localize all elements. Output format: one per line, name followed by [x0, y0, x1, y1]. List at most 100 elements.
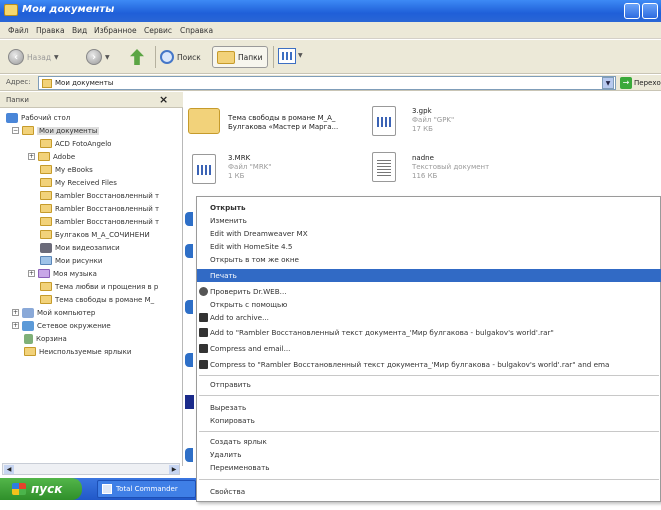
folder-icon	[40, 217, 52, 226]
folder-icon	[42, 78, 52, 88]
document-icon	[372, 106, 396, 136]
folders-button[interactable]: Папки	[212, 46, 268, 68]
tree-item-folder[interactable]: Rambler Восстановленный т	[40, 190, 180, 201]
address-value: Мои документы	[55, 79, 114, 87]
tree-item-folder[interactable]: My eBooks	[40, 164, 93, 175]
context-menu-item-copy[interactable]: Копировать	[197, 414, 661, 427]
tree-item-folder[interactable]: Тема свободы в романе М_	[40, 294, 180, 305]
tree-item-desktop[interactable]: Рабочий стол	[6, 112, 70, 123]
scroll-left-icon[interactable]: ◀	[4, 465, 14, 474]
up-folder-button[interactable]	[130, 47, 144, 67]
file-size: 17 КБ	[412, 125, 433, 133]
expand-icon[interactable]: +	[28, 270, 35, 277]
expand-icon[interactable]: +	[28, 153, 35, 160]
tree-item-folder[interactable]: ACD FotoAngelo	[40, 138, 111, 149]
back-button[interactable]: ‹ Назад ▼	[8, 47, 59, 67]
tree-item-pictures[interactable]: Мои рисунки	[40, 255, 102, 266]
tree-item-label: Булгаков М_А_СОЧИНЕНИ	[55, 230, 150, 239]
views-button[interactable]	[278, 48, 296, 64]
tree-item-recycle-bin[interactable]: Корзина	[24, 333, 67, 344]
context-menu-item-drweb[interactable]: Проверить Dr.WEB...	[197, 285, 661, 298]
context-menu-item-rename[interactable]: Переименовать	[197, 461, 661, 474]
tree-item-folder[interactable]: Rambler Восстановленный т	[40, 203, 180, 214]
toolbar-separator	[155, 46, 156, 68]
menu-tools[interactable]: Сервис	[144, 26, 172, 35]
title-bar: Мои документы	[0, 0, 661, 22]
expand-icon[interactable]: +	[12, 309, 19, 316]
tree-item-my-computer[interactable]: + Мой компьютер	[12, 307, 95, 318]
tree-item-label: Корзина	[36, 334, 67, 343]
context-menu-item-add-archive[interactable]: Add to archive...	[197, 311, 661, 324]
context-menu-item-cut[interactable]: Вырезать	[197, 401, 661, 414]
horizontal-scrollbar[interactable]: ◀ ▶	[2, 463, 180, 475]
folder-icon	[40, 165, 52, 174]
address-label: Адрес:	[6, 78, 31, 86]
tree-item-folder[interactable]: Булгаков М_А_СОЧИНЕНИ	[40, 229, 180, 240]
address-dropdown-button[interactable]: ▼	[602, 77, 614, 89]
context-menu-item-create-shortcut[interactable]: Создать ярлык	[197, 435, 661, 448]
context-menu-item-compress-to[interactable]: Compress to "Rambler Восстановленный тек…	[197, 358, 661, 371]
context-menu-item-dreamweaver[interactable]: Edit with Dreamweaver MX	[197, 227, 661, 240]
file-name: 3.gpk	[412, 107, 432, 115]
tree-item-label: Мои документы	[37, 126, 100, 135]
tree-item-videos[interactable]: Мои видеозаписи	[40, 242, 120, 253]
folder-icon	[40, 230, 52, 239]
context-menu-item-open-with[interactable]: Открыть с помощью	[197, 298, 661, 311]
tree-item-music[interactable]: + Моя музыка	[28, 268, 97, 279]
tree-item-label: Rambler Восстановленный т	[55, 217, 160, 226]
context-menu-item-add-rar[interactable]: Add to "Rambler Восстановленный текст до…	[197, 326, 661, 339]
file-icon	[185, 353, 193, 367]
document-icon	[192, 154, 216, 184]
taskbar: пуск Total Commander	[0, 478, 196, 500]
go-arrow-icon: →	[620, 77, 632, 89]
go-button[interactable]: → Переход	[620, 77, 661, 89]
close-icon[interactable]: ×	[159, 93, 168, 106]
tree-item-network[interactable]: + Сетевое окружение	[12, 320, 111, 331]
folder-icon	[40, 139, 52, 148]
tree-item-label: Тема свободы в романе М_	[55, 295, 155, 304]
tree-item-folder[interactable]: Тема любви и прощения в р	[40, 281, 180, 292]
chevron-down-icon[interactable]: ▼	[298, 52, 303, 59]
context-menu-item-delete[interactable]: Удалить	[197, 448, 661, 461]
context-menu-item-send-to[interactable]: Отправить	[197, 378, 661, 391]
network-icon	[22, 320, 34, 331]
tree-item-my-documents[interactable]: − Мои документы	[12, 125, 100, 136]
menu-favorites[interactable]: Избранное	[94, 26, 137, 35]
tree-item-label: Рабочий стол	[21, 113, 71, 122]
menu-help[interactable]: Справка	[180, 26, 213, 35]
tree-item-folder[interactable]: Rambler Восстановленный т	[40, 216, 180, 227]
back-arrow-icon: ‹	[8, 49, 24, 65]
expand-icon[interactable]: +	[12, 322, 19, 329]
tree-item-unused-shortcuts[interactable]: Неиспользуемые ярлыки	[24, 346, 131, 357]
go-label: Переход	[634, 79, 661, 87]
scroll-right-icon[interactable]: ▶	[169, 465, 179, 474]
context-menu-item-open-same-window[interactable]: Открыть в том же окне	[197, 253, 661, 266]
file-icon	[185, 448, 193, 462]
context-menu-item-print[interactable]: Печать	[197, 269, 661, 282]
taskbar-item-total-commander[interactable]: Total Commander	[97, 480, 196, 498]
collapse-icon[interactable]: −	[12, 127, 19, 134]
address-input[interactable]: Мои документы	[38, 76, 616, 90]
minimize-button[interactable]	[624, 3, 640, 19]
context-menu-item-homesite[interactable]: Edit with HomeSite 4.5	[197, 240, 661, 253]
tree-item-folder[interactable]: My Received Files	[40, 177, 117, 188]
tree-item-label: Мой компьютер	[37, 308, 96, 317]
menu-view[interactable]: Вид	[72, 26, 87, 35]
tree-item-label: My eBooks	[55, 165, 93, 174]
folder-icon	[217, 50, 235, 64]
context-menu-item-properties[interactable]: Свойства	[197, 485, 661, 498]
file-icon	[185, 300, 193, 314]
text-document-icon	[372, 152, 396, 182]
search-button[interactable]: Поиск	[160, 47, 201, 67]
tree-item-label: Rambler Восстановленный т	[55, 191, 160, 200]
context-menu-item-compress-email[interactable]: Compress and email...	[197, 342, 661, 355]
forward-button[interactable]: › ▼	[86, 47, 110, 67]
context-menu-item-edit[interactable]: Изменить	[197, 214, 661, 227]
folder-icon	[38, 152, 50, 161]
menu-edit[interactable]: Правка	[36, 26, 65, 35]
maximize-button[interactable]	[642, 3, 658, 19]
context-menu-item-open[interactable]: Открыть	[197, 201, 661, 214]
start-button[interactable]: пуск	[0, 478, 82, 500]
menu-file[interactable]: Файл	[8, 26, 29, 35]
tree-item-folder[interactable]: + Adobe	[28, 151, 75, 162]
